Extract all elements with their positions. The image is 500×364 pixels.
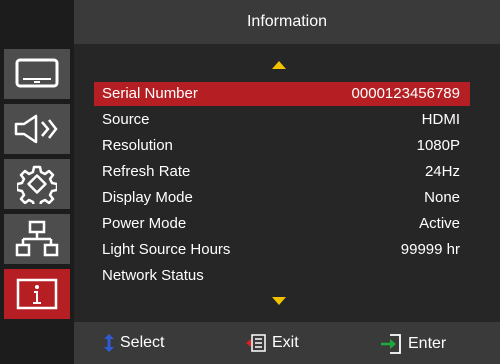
osd-menu: Information Serial Number 0000123456789 … <box>0 0 500 364</box>
info-row-light-source-hours[interactable]: Light Source Hours 99999 hr <box>94 238 470 262</box>
row-label: Display Mode <box>102 189 193 206</box>
sidebar <box>0 0 74 364</box>
sidebar-item-audio[interactable] <box>3 103 71 155</box>
sidebar-item-settings[interactable] <box>3 158 71 210</box>
menu-header: Information <box>74 0 500 44</box>
hint-enter: Enter <box>380 334 446 354</box>
sidebar-item-network[interactable] <box>3 213 71 265</box>
up-down-arrow-icon <box>104 334 114 352</box>
display-icon <box>15 58 59 88</box>
info-row-network-status[interactable]: Network Status <box>94 264 470 288</box>
row-value: 0000123456789 <box>351 85 460 102</box>
row-label: Refresh Rate <box>102 163 191 180</box>
exit-label: Exit <box>272 334 299 351</box>
settings-icon <box>17 165 57 204</box>
info-row-power-mode[interactable]: Power Mode Active <box>94 212 470 236</box>
enter-label: Enter <box>408 335 447 352</box>
row-label: Source <box>102 111 150 128</box>
info-row-refresh-rate[interactable]: Refresh Rate 24Hz <box>94 160 470 184</box>
sidebar-item-information[interactable] <box>3 268 71 320</box>
network-icon <box>15 220 59 257</box>
info-row-source[interactable]: Source HDMI <box>94 108 470 132</box>
row-value: 1080P <box>416 137 460 154</box>
row-label: Network Status <box>102 267 204 284</box>
select-label: Select <box>120 334 165 351</box>
info-row-serial-number[interactable]: Serial Number 0000123456789 <box>94 82 470 106</box>
page-title: Information <box>246 13 328 30</box>
row-value: HDMI <box>421 111 460 128</box>
sidebar-item-display[interactable] <box>3 48 71 100</box>
hint-select: Select <box>104 334 164 352</box>
row-label: Serial Number <box>102 85 198 102</box>
info-row-display-mode[interactable]: Display Mode None <box>94 186 470 210</box>
info-row-resolution[interactable]: Resolution 1080P <box>94 134 470 158</box>
info-icon <box>16 278 58 310</box>
row-value: None <box>424 189 460 206</box>
scroll-down-arrow-icon[interactable] <box>272 297 286 305</box>
row-value: Active <box>419 215 460 232</box>
menu-exit-icon <box>246 334 266 352</box>
row-value: 24Hz <box>424 163 460 180</box>
row-label: Resolution <box>102 137 173 154</box>
enter-icon <box>381 334 401 354</box>
info-panel: Serial Number 0000123456789 Source HDMI … <box>74 44 500 322</box>
hint-exit: Exit <box>246 334 299 352</box>
row-value: 99999 hr <box>400 241 460 258</box>
row-label: Light Source Hours <box>102 241 231 258</box>
row-label: Power Mode <box>102 215 187 232</box>
footer-hints: Select Exit Enter <box>74 322 500 364</box>
audio-icon <box>14 114 58 144</box>
scroll-up-arrow-icon[interactable] <box>272 61 286 69</box>
